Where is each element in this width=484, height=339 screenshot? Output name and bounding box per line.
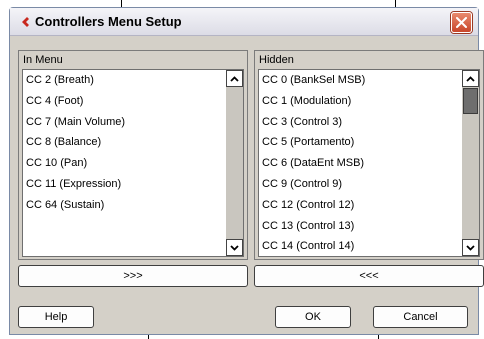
- list-item[interactable]: CC 11 (Expression): [23, 174, 225, 195]
- in-menu-items: CC 2 (Breath) CC 4 (Foot) CC 7 (Main Vol…: [23, 70, 225, 256]
- close-button[interactable]: [451, 12, 472, 33]
- list-item[interactable]: CC 64 (Sustain): [23, 195, 225, 216]
- ok-button[interactable]: OK: [275, 306, 351, 328]
- scroll-down-button[interactable]: [226, 239, 243, 256]
- hidden-scrollbar[interactable]: [462, 70, 479, 256]
- list-item[interactable]: CC 4 (Foot): [23, 91, 225, 112]
- list-item[interactable]: CC 2 (Breath): [23, 70, 225, 91]
- window-title: Controllers Menu Setup: [35, 14, 182, 29]
- hidden-items: CC 0 (BankSel MSB) CC 1 (Modulation) CC …: [259, 70, 461, 256]
- scroll-down-button[interactable]: [462, 239, 479, 256]
- list-item[interactable]: CC 13 (Control 13): [259, 216, 461, 237]
- list-item[interactable]: CC 1 (Modulation): [259, 91, 461, 112]
- list-item[interactable]: CC 6 (DataEnt MSB): [259, 153, 461, 174]
- chevron-up-icon: [230, 75, 239, 82]
- close-x-icon: [456, 17, 467, 28]
- cubase-logo-icon: [22, 17, 29, 27]
- move-to-hidden-button[interactable]: >>>: [18, 265, 248, 287]
- title-bar[interactable]: Controllers Menu Setup: [10, 8, 478, 36]
- chevron-up-icon: [466, 75, 475, 82]
- list-item[interactable]: CC 3 (Control 3): [259, 112, 461, 133]
- scroll-up-button[interactable]: [226, 70, 243, 87]
- move-to-menu-button[interactable]: <<<: [254, 265, 484, 287]
- controllers-menu-setup-dialog: Controllers Menu Setup In Menu CC 2 (Bre…: [9, 7, 484, 335]
- cancel-button[interactable]: Cancel: [373, 306, 468, 328]
- list-item[interactable]: CC 5 (Portamento): [259, 132, 461, 153]
- hidden-label: Hidden: [259, 54, 294, 66]
- list-item[interactable]: CC 9 (Control 9): [259, 174, 461, 195]
- in-menu-list[interactable]: CC 2 (Breath) CC 4 (Foot) CC 7 (Main Vol…: [22, 69, 244, 257]
- list-item[interactable]: CC 7 (Main Volume): [23, 112, 225, 133]
- hidden-list[interactable]: CC 0 (BankSel MSB) CC 1 (Modulation) CC …: [258, 69, 480, 257]
- scroll-thumb[interactable]: [463, 88, 478, 114]
- in-menu-scrollbar[interactable]: [226, 70, 243, 256]
- chevron-down-icon: [230, 244, 239, 251]
- in-menu-label: In Menu: [23, 54, 63, 66]
- list-item[interactable]: CC 14 (Control 14): [259, 236, 461, 256]
- scroll-up-button[interactable]: [462, 70, 479, 87]
- list-item[interactable]: CC 0 (BankSel MSB): [259, 70, 461, 91]
- list-item[interactable]: CC 12 (Control 12): [259, 195, 461, 216]
- help-button[interactable]: Help: [18, 306, 94, 328]
- chevron-down-icon: [466, 244, 475, 251]
- hidden-panel: Hidden CC 0 (BankSel MSB) CC 1 (Modulati…: [254, 50, 484, 260]
- list-item[interactable]: CC 10 (Pan): [23, 153, 225, 174]
- list-item[interactable]: CC 8 (Balance): [23, 132, 225, 153]
- in-menu-panel: In Menu CC 2 (Breath) CC 4 (Foot) CC 7 (…: [18, 50, 248, 260]
